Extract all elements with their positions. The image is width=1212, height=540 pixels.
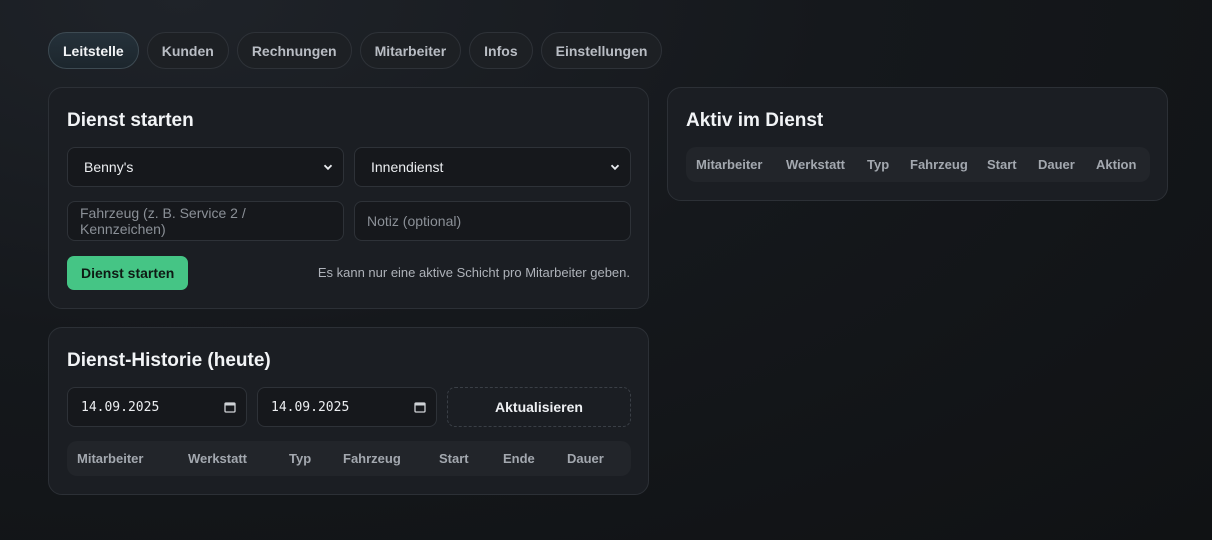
panel-title: Dienst starten — [67, 110, 194, 131]
chevron-down-icon — [610, 164, 620, 171]
workshop-select-value: Benny's — [84, 159, 134, 175]
workshop-select[interactable]: Benny's — [67, 147, 344, 187]
date-from-value: 14.09.2025 — [81, 399, 160, 415]
column-header: Typ — [289, 451, 312, 466]
note-input[interactable]: Notiz (optional) — [354, 201, 631, 241]
active-table-header: Mitarbeiter Werkstatt Typ Fahrzeug Start… — [686, 147, 1150, 182]
history-table-header: Mitarbeiter Werkstatt Typ Fahrzeug Start… — [67, 441, 631, 476]
calendar-icon[interactable] — [414, 401, 426, 413]
calendar-icon[interactable] — [224, 401, 236, 413]
panel-title: Aktiv im Dienst — [686, 110, 824, 131]
active-duty-panel: Aktiv im Dienst Mitarbeiter Werkstatt Ty… — [667, 87, 1168, 201]
refresh-button[interactable]: Aktualisieren — [447, 387, 631, 427]
tab-mitarbeiter[interactable]: Mitarbeiter — [359, 32, 462, 69]
column-header: Aktion — [1096, 157, 1137, 172]
column-header: Fahrzeug — [910, 157, 968, 172]
column-header: Typ — [867, 157, 890, 172]
date-to-value: 14.09.2025 — [271, 399, 350, 415]
shift-type-select[interactable]: Innendienst — [354, 147, 631, 187]
single-shift-hint: Es kann nur eine aktive Schicht pro Mita… — [317, 265, 630, 280]
column-header: Start — [987, 157, 1017, 172]
column-header: Dauer — [567, 451, 604, 466]
tab-infos[interactable]: Infos — [469, 32, 533, 69]
panel-title: Dienst-Historie (heute) — [67, 350, 271, 371]
vehicle-input-placeholder: Fahrzeug (z. B. Service 2 / Kennzeichen) — [80, 205, 246, 237]
vehicle-input[interactable]: Fahrzeug (z. B. Service 2 / Kennzeichen) — [67, 201, 344, 241]
chevron-down-icon — [323, 164, 333, 171]
tab-leitstelle[interactable]: Leitstelle — [48, 32, 139, 69]
start-shift-button[interactable]: Dienst starten — [67, 256, 189, 290]
tab-rechnungen[interactable]: Rechnungen — [236, 32, 352, 69]
main-tabs: Leitstelle Kunden Rechnungen Mitarbeiter… — [48, 32, 663, 69]
column-header: Werkstatt — [188, 451, 248, 466]
column-header: Mitarbeiter — [696, 157, 763, 172]
date-to-input[interactable]: 14.09.2025 — [257, 387, 437, 427]
tab-kunden[interactable]: Kunden — [146, 32, 229, 69]
column-header: Ende — [503, 451, 535, 466]
shift-history-panel: Dienst-Historie (heute) 14.09.2025 14.09… — [48, 327, 649, 495]
column-header: Werkstatt — [786, 157, 846, 172]
note-input-placeholder: Notiz (optional) — [367, 213, 462, 229]
tab-einstellungen[interactable]: Einstellungen — [540, 32, 663, 69]
column-header: Fahrzeug — [343, 451, 401, 466]
column-header: Mitarbeiter — [77, 451, 144, 466]
shift-type-select-value: Innendienst — [371, 159, 444, 175]
column-header: Start — [439, 451, 469, 466]
date-from-input[interactable]: 14.09.2025 — [67, 387, 247, 427]
column-header: Dauer — [1038, 157, 1075, 172]
start-shift-panel: Dienst starten Benny's Innendienst Fahrz… — [48, 87, 649, 309]
